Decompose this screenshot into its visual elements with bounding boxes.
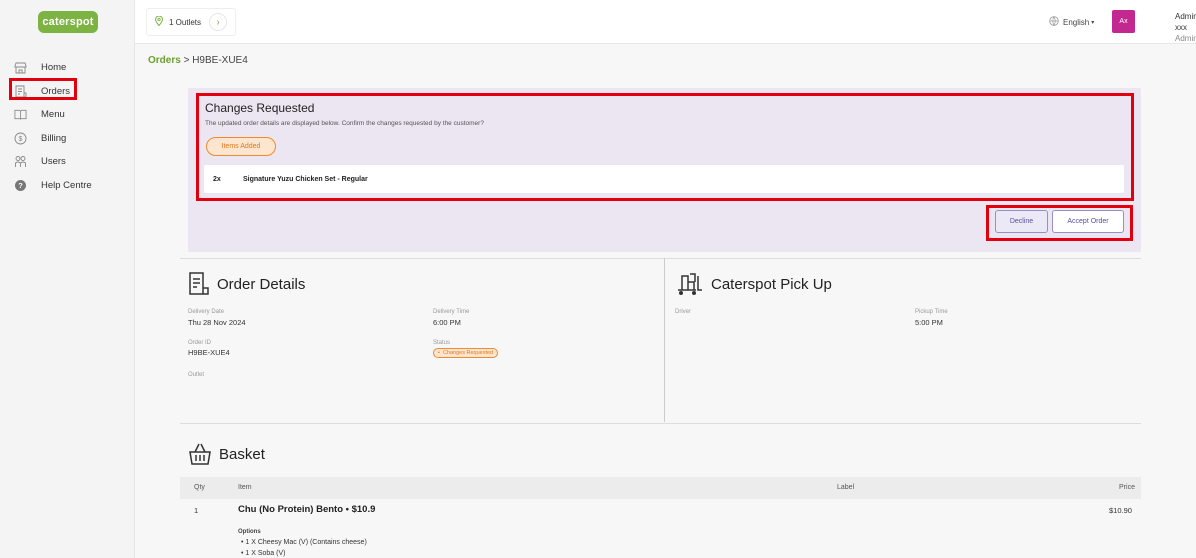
avatar[interactable]: Ax xyxy=(1112,10,1135,33)
sidebar-item-help-centre[interactable]: ? Help Centre xyxy=(0,174,135,198)
top-bar: 1 Outlets › English ▾ Ax Admin xxx Admin xyxy=(135,0,1196,44)
pickup-time-value: 5:00 PM xyxy=(915,318,943,327)
section-divider-vertical xyxy=(664,258,665,422)
basket-row-item: Chu (No Protein) Bento • $10.9 xyxy=(238,504,376,515)
book-icon xyxy=(14,108,27,121)
basket-icon xyxy=(189,443,211,465)
sidebar-item-label: Home xyxy=(41,62,67,74)
sidebar-item-home[interactable]: Home xyxy=(0,56,135,80)
section-divider xyxy=(180,258,1141,259)
option-item: • 1 X Cheesy Mac (V) (Contains cheese) xyxy=(241,539,367,546)
order-id-value: H9BE-XUE4 xyxy=(188,348,230,357)
outlet-selector[interactable]: 1 Outlets › xyxy=(146,8,236,36)
users-icon xyxy=(14,155,27,168)
basket-row-price: $10.90 xyxy=(1109,506,1132,515)
pickup-time-label: Pickup Time xyxy=(915,309,948,315)
column-header-qty: Qty xyxy=(194,484,205,491)
delivery-time-label: Delivery Time xyxy=(433,309,470,315)
sidebar-item-users[interactable]: Users xyxy=(0,150,135,174)
driver-label: Driver xyxy=(675,309,691,315)
caterspot-logo[interactable]: caterspot xyxy=(38,11,98,33)
basket-title: Basket xyxy=(188,442,265,466)
sidebar-item-label: Billing xyxy=(41,132,67,144)
basket-row-qty: 1 xyxy=(194,506,199,515)
svg-text:?: ? xyxy=(18,181,23,190)
delivery-date-label: Delivery Date xyxy=(188,309,225,315)
language-label: English xyxy=(1063,17,1090,27)
help-icon: ? xyxy=(14,179,27,192)
caret-down-icon: ▾ xyxy=(1091,19,1095,26)
basket-table-header: Qty Item Label Price xyxy=(180,477,1141,499)
outlet-label: Outlet xyxy=(188,372,205,378)
location-pin-icon xyxy=(154,15,164,29)
breadcrumb: Orders > H9BE-XUE4 xyxy=(148,55,248,66)
user-name: Admin xxx xyxy=(1175,12,1196,32)
status-badge: • Changes Requested xyxy=(433,348,499,358)
column-header-item: Item xyxy=(238,484,252,491)
document-icon xyxy=(189,272,209,295)
option-item: • 1 X Soba (V) xyxy=(241,550,286,557)
globe-icon xyxy=(1049,16,1059,28)
order-details-title: Order Details xyxy=(188,272,305,296)
breadcrumb-current: H9BE-XUE4 xyxy=(192,55,248,66)
sidebar-item-label: Users xyxy=(41,156,66,168)
column-header-price: Price xyxy=(1119,484,1135,491)
options-label: Options xyxy=(238,529,261,535)
user-role: Admin xyxy=(1175,34,1196,43)
buttons-highlight-box xyxy=(986,205,1133,241)
section-divider xyxy=(180,423,1141,424)
sidebar-item-menu[interactable]: Menu xyxy=(0,103,135,127)
language-selector[interactable]: English ▾ xyxy=(1049,16,1094,28)
svg-text:$: $ xyxy=(19,136,23,143)
status-label: Status xyxy=(433,340,451,346)
order-id-label: Order ID xyxy=(188,340,212,346)
delivery-time-value: 6:00 PM xyxy=(433,318,461,327)
trolley-icon xyxy=(678,273,702,295)
delivery-date-value: Thu 28 Nov 2024 xyxy=(188,318,246,327)
sidebar-item-billing[interactable]: $ Billing xyxy=(0,127,135,151)
store-icon xyxy=(14,61,27,74)
breadcrumb-orders-link[interactable]: Orders xyxy=(148,55,181,66)
dollar-icon: $ xyxy=(14,132,27,145)
outlets-label: 1 Outlets xyxy=(169,17,202,27)
chevron-right-icon[interactable]: › xyxy=(209,13,227,31)
status-dot-icon: • xyxy=(438,350,440,356)
sidebar-item-label: Menu xyxy=(41,109,65,121)
user-info[interactable]: Admin xxx Admin xyxy=(1175,11,1196,44)
sidebar-item-label: Help Centre xyxy=(41,179,92,191)
column-header-label: Label xyxy=(837,484,855,491)
changes-highlight-box xyxy=(196,93,1134,201)
pickup-title: Caterspot Pick Up xyxy=(676,272,832,296)
orders-highlight-box xyxy=(9,78,77,100)
breadcrumb-separator: > xyxy=(183,55,190,66)
